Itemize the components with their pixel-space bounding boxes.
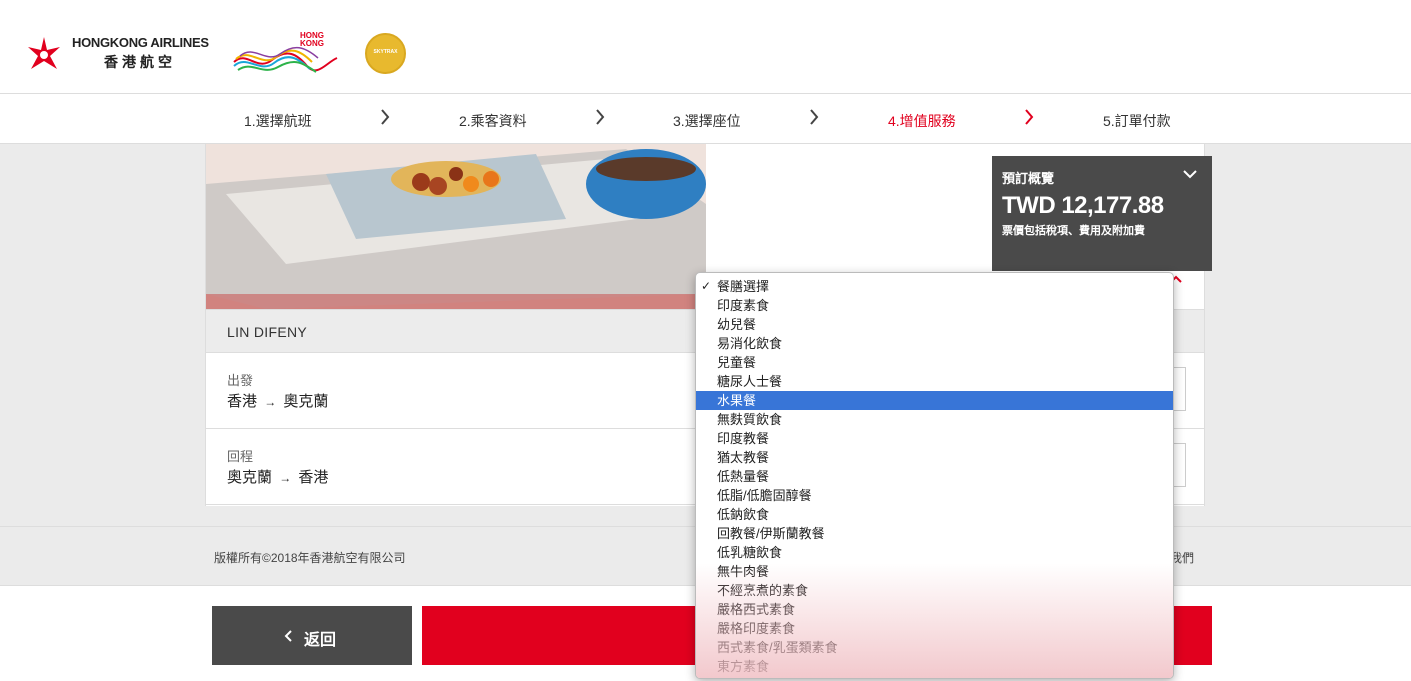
meal-option[interactable]: ✓ 餐膳選擇	[696, 277, 1173, 296]
chevron-right-icon	[810, 109, 819, 125]
arrow-right-icon: →	[279, 471, 292, 485]
meal-option[interactable]: 無麩質飲食	[696, 410, 1173, 429]
airline-name-zh: 香港航空	[104, 54, 176, 70]
copyright-text: 版權所有©2018年香港航空有限公司	[214, 551, 406, 565]
meal-option-label: 低熱量餐	[717, 469, 770, 484]
meal-option[interactable]: 易消化飲食	[696, 334, 1173, 353]
checkmark-icon: ✓	[701, 279, 712, 293]
passenger-name: LIN DIFENY	[227, 324, 308, 340]
meal-option[interactable]: 印度素食	[696, 296, 1173, 315]
price-note: 票價包括稅項、費用及附加費	[1002, 225, 1145, 237]
meal-option[interactable]: 水果餐	[696, 391, 1173, 410]
meal-option-label: 糖尿人士餐	[717, 374, 783, 389]
step-select-seat[interactable]: 3.選擇座位	[673, 111, 741, 131]
meal-option[interactable]: 低乳糖飲食	[696, 543, 1173, 562]
meal-option[interactable]: 低熱量餐	[696, 467, 1173, 486]
step-value-added-services[interactable]: 4.增值服務	[888, 111, 956, 131]
booking-summary-panel: 預訂概覽 TWD 12,177.88 票價包括稅項、費用及附加費	[992, 156, 1212, 271]
meal-option-label: 水果餐	[717, 393, 757, 408]
meal-option-label: 回教餐/伊斯蘭教餐	[717, 526, 825, 541]
meal-option-label: 無麩質飲食	[717, 412, 783, 427]
route-origin: 奧克蘭	[227, 469, 273, 486]
brand-hong-kong-logo-icon	[233, 46, 338, 73]
flight-route: 奧克蘭 → 香港	[227, 466, 328, 487]
meal-option-label: 低鈉飲食	[717, 507, 770, 522]
route-origin: 香港	[227, 393, 258, 410]
route-destination: 香港	[298, 469, 329, 486]
skytrax-badge-icon: SKYTRAX	[365, 33, 406, 74]
meal-option[interactable]: 幼兒餐	[696, 315, 1173, 334]
meal-option[interactable]: 嚴格印度素食	[696, 619, 1173, 638]
meal-option-label: 東方素食	[717, 659, 770, 674]
meal-option[interactable]: 回教餐/伊斯蘭教餐	[696, 524, 1173, 543]
step-payment[interactable]: 5.訂單付款	[1103, 111, 1171, 131]
flight-direction-label: 出發	[227, 373, 254, 388]
total-price: TWD 12,177.88	[1002, 192, 1164, 219]
meal-option[interactable]: 不經烹煮的素食	[696, 581, 1173, 600]
back-button-label: 返回	[304, 632, 337, 649]
meal-option[interactable]: 糖尿人士餐	[696, 372, 1173, 391]
meal-option-label: 不經烹煮的素食	[717, 583, 809, 598]
meal-option-label: 低脂/低膽固醇餐	[717, 488, 812, 503]
back-button[interactable]: 返回	[212, 606, 412, 665]
chevron-right-icon	[1025, 109, 1034, 125]
meal-option[interactable]: 兒童餐	[696, 353, 1173, 372]
flight-route: 香港 → 奧克蘭	[227, 390, 328, 411]
meal-option-label: 幼兒餐	[717, 317, 757, 332]
meal-option-label: 猶太教餐	[717, 450, 770, 465]
meal-option-label: 易消化飲食	[717, 336, 783, 351]
route-destination: 奧克蘭	[283, 393, 329, 410]
meal-option[interactable]: 嚴格西式素食	[696, 600, 1173, 619]
site-header: HONGKONG AIRLINES 香港航空 HONG KONG SKYTRAX	[0, 0, 1411, 94]
meal-option[interactable]: 西式素食/乳蛋類素食	[696, 638, 1173, 657]
arrow-right-icon: →	[264, 395, 277, 409]
meal-options-dropdown[interactable]: ✓ 餐膳選擇印度素食幼兒餐易消化飲食兒童餐糖尿人士餐水果餐無麩質飲食印度教餐猶太教…	[695, 272, 1174, 679]
meal-option-label: 印度素食	[717, 298, 770, 313]
airline-name-en: HONGKONG AIRLINES	[72, 35, 209, 50]
in-flight-meal-image	[206, 144, 706, 309]
chevron-right-icon	[596, 109, 605, 125]
flight-direction-label: 回程	[227, 449, 254, 464]
chevron-left-icon	[284, 630, 292, 642]
meal-option-label: 嚴格西式素食	[717, 602, 796, 617]
meal-option-label: 西式素食/乳蛋類素食	[717, 640, 838, 655]
booking-steps-bar: 1.選擇航班 2.乘客資料 3.選擇座位 4.增值服務 5.訂單付款	[0, 94, 1411, 144]
meal-option[interactable]: 東方素食	[696, 657, 1173, 676]
meal-option[interactable]: 低脂/低膽固醇餐	[696, 486, 1173, 505]
meal-option-label: 印度教餐	[717, 431, 770, 446]
meal-option-label: 嚴格印度素食	[717, 621, 796, 636]
meal-option[interactable]: 猶太教餐	[696, 448, 1173, 467]
step-select-flight[interactable]: 1.選擇航班	[244, 111, 312, 131]
meal-option-label: 兒童餐	[717, 355, 757, 370]
meal-option[interactable]: 無牛肉餐	[696, 562, 1173, 581]
chevron-right-icon	[381, 109, 390, 125]
meal-option[interactable]: 低鈉飲食	[696, 505, 1173, 524]
step-passenger-info[interactable]: 2.乘客資料	[459, 111, 527, 131]
summary-title: 預訂概覽	[1002, 171, 1055, 186]
hong-kong-brand-text: HONG KONG	[300, 31, 324, 48]
meal-option-label: 餐膳選擇	[717, 279, 770, 294]
meal-option-label: 無牛肉餐	[717, 564, 770, 579]
meal-option-label: 低乳糖飲食	[717, 545, 783, 560]
hong-kong-airlines-logo-icon[interactable]	[24, 35, 64, 75]
chevron-down-icon[interactable]	[1182, 168, 1198, 180]
meal-option[interactable]: 印度教餐	[696, 429, 1173, 448]
